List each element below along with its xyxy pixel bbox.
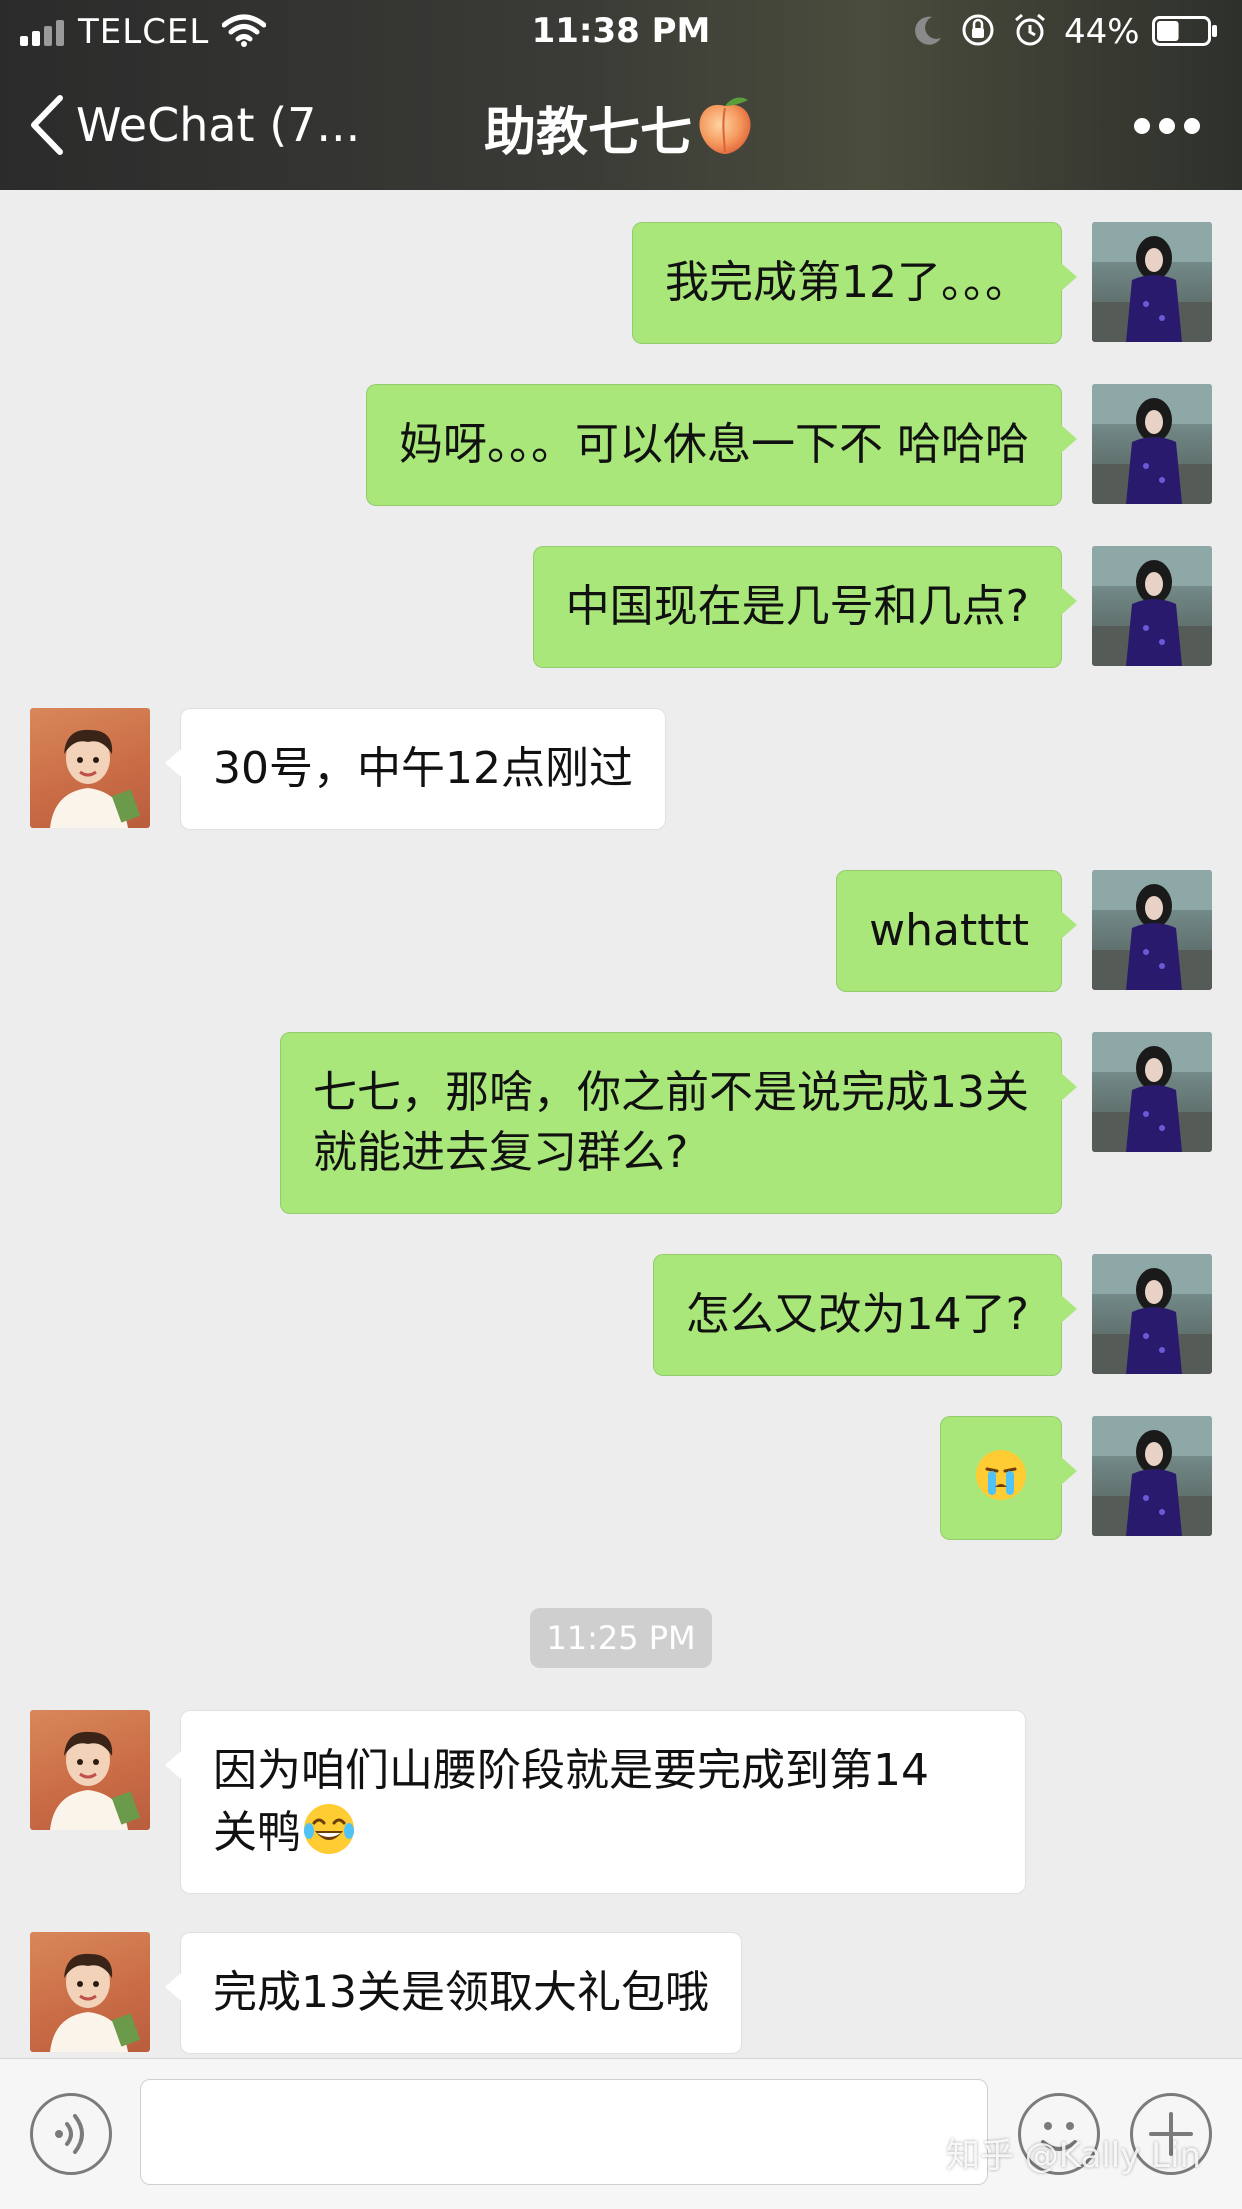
- message-bubble[interactable]: 七七，那啥，你之前不是说完成13关 就能进去复习群么?: [280, 1032, 1077, 1214]
- alarm-icon: [1015, 13, 1045, 46]
- more-button[interactable]: [1134, 114, 1200, 138]
- message-line: 就能进去复习群么?: [313, 1127, 689, 1178]
- nav-bar: WeChat (7... 助教七七: [0, 62, 1242, 190]
- message-list[interactable]: 我完成第12了。。。 妈呀。。。可以休息一下不 哈哈哈 中国现在是几号和几点? …: [0, 190, 1242, 2058]
- my-avatar[interactable]: [1092, 546, 1212, 666]
- message-bubble[interactable]: 因为咱们山腰阶段就是要完成到第14 关鸭: [165, 1710, 1026, 1894]
- watermark: 知乎 @Kally Lin: [946, 2136, 1202, 2176]
- battery-icon: [1152, 16, 1217, 46]
- my-avatar[interactable]: [1092, 222, 1212, 342]
- message-bubble[interactable]: 30号，中午12点刚过: [165, 708, 666, 830]
- message-bubble[interactable]: 中国现在是几号和几点?: [532, 546, 1078, 668]
- voice-icon: [55, 2114, 84, 2154]
- chat-title-text: 助教七七: [483, 103, 692, 163]
- chat-title: 助教七七: [0, 90, 1242, 165]
- my-avatar[interactable]: [1092, 870, 1212, 990]
- message-line: 因为咱们山腰阶段就是要完成到第14: [213, 1745, 929, 1796]
- message-bubble[interactable]: whatttt: [836, 870, 1077, 992]
- contact-avatar[interactable]: [30, 1932, 150, 2052]
- message-line: 关鸭: [213, 1801, 993, 1863]
- timestamp-divider: 11:25 PM: [530, 1608, 712, 1668]
- status-time: 11:38 PM: [531, 11, 711, 51]
- contact-avatar[interactable]: [30, 708, 150, 828]
- crying-emoji: [976, 1450, 1026, 1500]
- my-avatar[interactable]: [1092, 1416, 1212, 1536]
- orientation-lock-icon: [962, 14, 994, 46]
- peach-emoji: [699, 97, 751, 154]
- top-bar: TELCEL 11:38 PM 44% WeChat (7... 助教七七: [0, 0, 1242, 190]
- tears-of-joy-emoji: [304, 1804, 354, 1854]
- message-line: 七七，那啥，你之前不是说完成13关: [313, 1067, 1029, 1118]
- my-avatar[interactable]: [1092, 384, 1212, 504]
- moon-icon: [915, 16, 941, 45]
- message-bubble[interactable]: 我完成第12了。。。: [632, 222, 1077, 344]
- contact-avatar[interactable]: [30, 1710, 150, 1830]
- voice-button[interactable]: [30, 2093, 112, 2175]
- message-bubble[interactable]: 完成13关是领取大礼包哦: [165, 1932, 742, 2054]
- my-avatar[interactable]: [1092, 1032, 1212, 1152]
- status-bar: TELCEL 11:38 PM 44%: [0, 0, 1242, 62]
- message-bubble[interactable]: [940, 1416, 1077, 1540]
- my-avatar[interactable]: [1092, 1254, 1212, 1374]
- message-bubble[interactable]: 怎么又改为14了?: [652, 1254, 1078, 1376]
- battery-percent: 44%: [1064, 12, 1140, 52]
- message-bubble[interactable]: 妈呀。。。可以休息一下不 哈哈哈: [366, 384, 1077, 506]
- more-icon: [1134, 118, 1150, 134]
- message-input[interactable]: [140, 2079, 988, 2185]
